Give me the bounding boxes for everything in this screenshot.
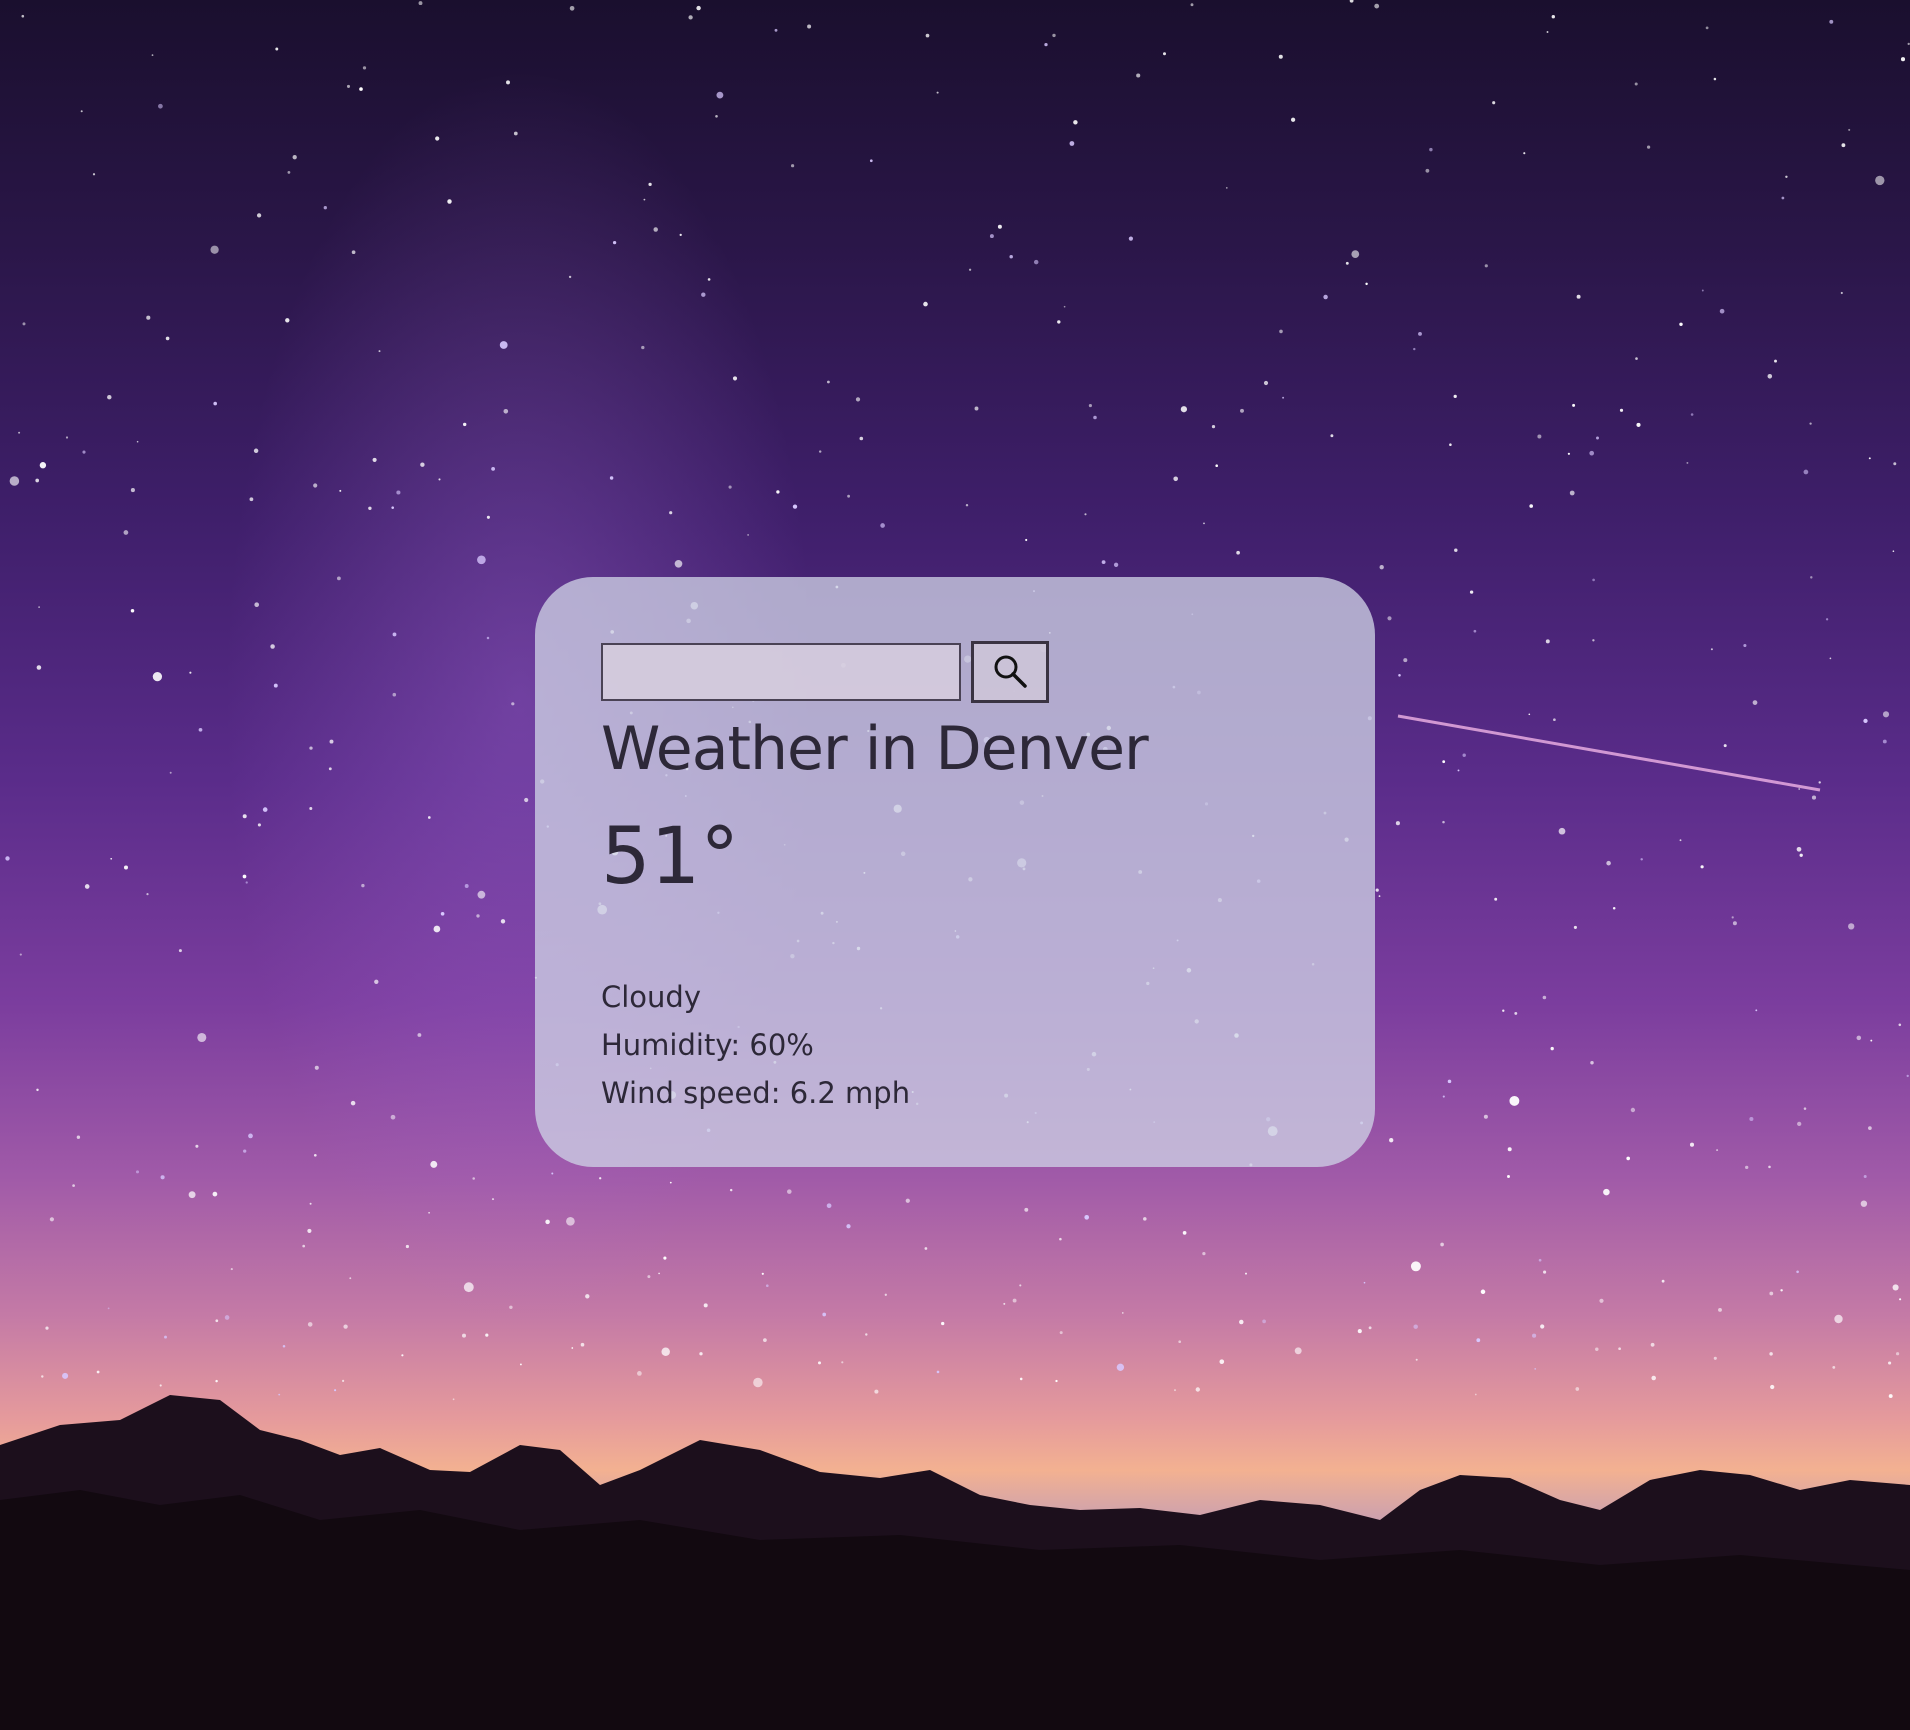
city-title: Weather in Denver — [601, 714, 1149, 784]
weather-details: Cloudy Humidity: 60% Wind speed: 6.2 mph — [601, 973, 1309, 1117]
search-icon — [992, 653, 1028, 692]
humidity-text: Humidity: 60% — [601, 1028, 814, 1062]
search-input[interactable] — [601, 643, 961, 701]
wind-speed-text: Wind speed: 6.2 mph — [601, 1076, 911, 1110]
temperature-value: 51° — [601, 812, 740, 902]
condition-text: Cloudy — [601, 980, 701, 1014]
weather-card: Weather in Denver 51° Cloudy Humidity: 6… — [535, 577, 1375, 1167]
search-bar — [601, 641, 1309, 703]
search-button[interactable] — [971, 641, 1049, 703]
